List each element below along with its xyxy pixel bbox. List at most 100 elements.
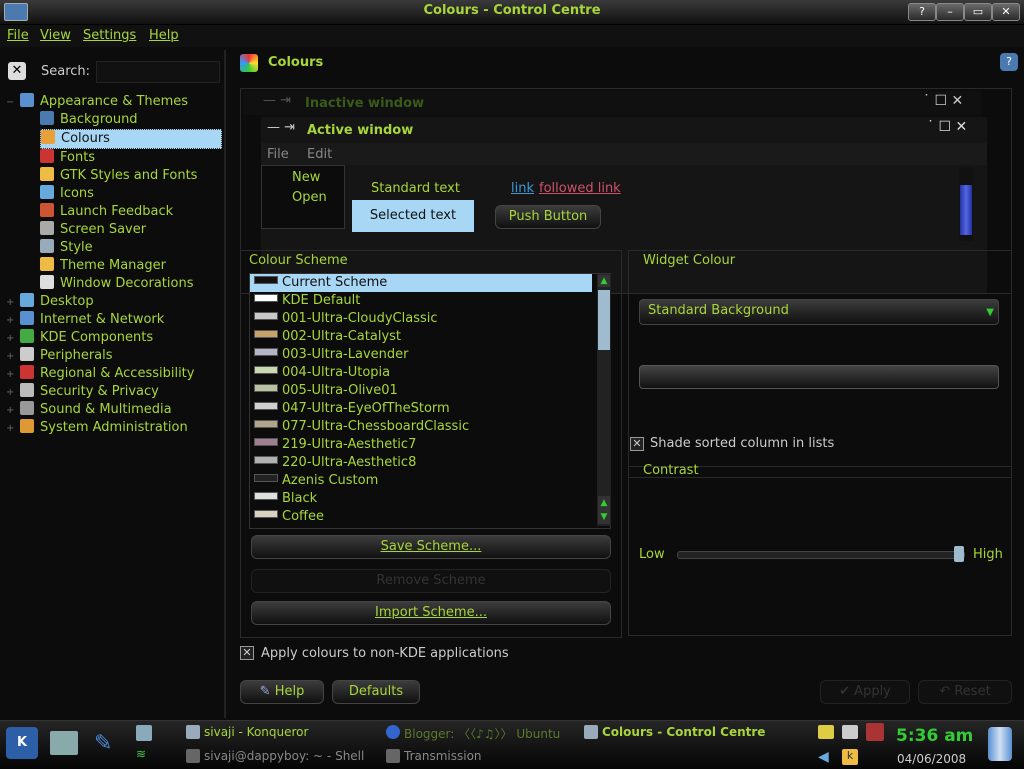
- minimize-button[interactable]: –: [936, 3, 964, 21]
- remove-scheme-button[interactable]: Remove Scheme: [251, 569, 611, 593]
- search-label: Search:: [41, 64, 91, 79]
- colour-scheme-item[interactable]: 002-Ultra-Catalyst: [250, 328, 610, 346]
- import-scheme-button[interactable]: Import Scheme...: [251, 601, 611, 625]
- task-konqueror[interactable]: sivaji - Konqueror: [204, 725, 308, 739]
- scheme-swatch: [254, 492, 278, 500]
- scheme-scrollbar-handle[interactable]: [598, 290, 610, 350]
- task-transmission[interactable]: Transmission: [404, 749, 482, 763]
- colour-scheme-item[interactable]: 001-Ultra-CloudyClassic: [250, 310, 610, 328]
- colour-scheme-item[interactable]: 220-Ultra-Aesthetic8: [250, 454, 610, 472]
- window-titlebar[interactable]: Colours - Control Centre ? – ▭ ✕: [0, 0, 1024, 25]
- menu-help[interactable]: Help: [149, 28, 179, 43]
- expand-icon[interactable]: +: [6, 312, 16, 330]
- scroll-down-icon[interactable]: ▲ ▼: [598, 496, 610, 524]
- scheme-list-scrollbar[interactable]: ▲ ▲ ▼: [597, 274, 611, 526]
- sidebar-item[interactable]: − Appearance & Themes: [6, 93, 222, 111]
- colour-scheme-item[interactable]: Black: [250, 490, 610, 508]
- close-button[interactable]: ✕: [992, 3, 1020, 21]
- expand-icon[interactable]: +: [6, 402, 16, 420]
- colour-scheme-item[interactable]: Azenis Custom: [250, 472, 610, 490]
- clock-date[interactable]: 04/06/2008: [897, 752, 966, 766]
- chevron-down-icon[interactable]: ▼: [986, 302, 994, 324]
- widget-colour-combo[interactable]: Standard Background ▼: [639, 299, 999, 325]
- clock-time[interactable]: 5:36 am: [896, 726, 973, 746]
- colour-scheme-item[interactable]: 047-Ultra-EyeOfTheStorm: [250, 400, 610, 418]
- menu-view[interactable]: View: [40, 28, 71, 43]
- maximize-button[interactable]: ▭: [964, 3, 992, 21]
- module-tree: − Appearance & Themes Background Colours Fon…: [6, 93, 222, 437]
- sidebar-item[interactable]: + Sound & Multimedia: [6, 401, 222, 419]
- save-scheme-button[interactable]: Save Scheme...: [251, 535, 611, 559]
- colour-scheme-item[interactable]: KDE Default: [250, 292, 610, 310]
- sidebar-item[interactable]: + Desktop: [6, 293, 222, 311]
- preview-menubar: File Edit: [261, 143, 987, 165]
- sidebar-item[interactable]: Icons: [6, 185, 222, 203]
- collapse-icon[interactable]: −: [6, 94, 16, 112]
- tray-ticket-icon[interactable]: [818, 725, 834, 739]
- colour-button[interactable]: [639, 365, 999, 389]
- sidebar-item[interactable]: Theme Manager: [6, 257, 222, 275]
- colour-scheme-item[interactable]: 077-Ultra-ChessboardClassic: [250, 418, 610, 436]
- expand-icon[interactable]: +: [6, 420, 16, 438]
- regional-icon: [20, 365, 34, 379]
- sidebar-item-label: Desktop: [40, 294, 94, 309]
- trash-icon[interactable]: [988, 727, 1012, 761]
- search-input[interactable]: [96, 61, 220, 83]
- sidebar-item[interactable]: + System Administration: [6, 419, 222, 437]
- tray-clip-icon[interactable]: [842, 725, 858, 739]
- sidebar-item[interactable]: Screen Saver: [6, 221, 222, 239]
- sidebar-item[interactable]: Style: [6, 239, 222, 257]
- sidebar-item[interactable]: + Security & Privacy: [6, 383, 222, 401]
- colour-scheme-list[interactable]: Current Scheme KDE Default 001-Ultra-Cloud…: [249, 273, 611, 529]
- inactive-window-menu-icon: — ⇥: [263, 93, 292, 108]
- apply-button[interactable]: ✔ Apply: [820, 680, 910, 704]
- expand-icon[interactable]: +: [6, 294, 16, 312]
- expand-icon[interactable]: +: [6, 384, 16, 402]
- scroll-up-icon[interactable]: ▲: [598, 275, 610, 287]
- tray-volume-icon[interactable]: ◀: [818, 749, 834, 765]
- colour-scheme-item[interactable]: Coffee: [250, 508, 610, 526]
- expand-icon[interactable]: +: [6, 366, 16, 384]
- colour-scheme-item[interactable]: 219-Ultra-Aesthetic7: [250, 436, 610, 454]
- clear-search-icon[interactable]: ✕: [8, 62, 26, 80]
- widget-colour-combo-value: Standard Background: [648, 303, 789, 318]
- contrast-slider-handle[interactable]: [954, 546, 964, 562]
- help-button[interactable]: ✎ Help: [240, 680, 324, 704]
- sidebar-item[interactable]: + Internet & Network: [6, 311, 222, 329]
- whats-this-icon[interactable]: ?: [1000, 53, 1018, 71]
- colour-scheme-item[interactable]: Current Scheme: [250, 274, 592, 292]
- sidebar-item[interactable]: Background: [6, 111, 222, 129]
- colour-scheme-item[interactable]: 005-Ultra-Olive01: [250, 382, 610, 400]
- sidebar-item[interactable]: + Regional & Accessibility: [6, 365, 222, 383]
- colour-scheme-item[interactable]: 003-Ultra-Lavender: [250, 346, 610, 364]
- sidebar-item-label: Background: [60, 112, 138, 127]
- colour-scheme-item[interactable]: 004-Ultra-Utopia: [250, 364, 610, 382]
- help-titlebar-button[interactable]: ?: [908, 3, 936, 21]
- shade-sorted-checkbox[interactable]: ✕: [630, 437, 644, 451]
- kde-menu-icon[interactable]: K: [6, 727, 38, 759]
- sidebar-item[interactable]: + Peripherals: [6, 347, 222, 365]
- contrast-slider[interactable]: [677, 546, 965, 562]
- paint-brush-icon[interactable]: ✎: [94, 731, 122, 756]
- sidebar-item[interactable]: Launch Feedback: [6, 203, 222, 221]
- menu-file[interactable]: File: [7, 28, 29, 43]
- task-shell[interactable]: sivaji@dappyboy: ~ - Shell: [204, 749, 364, 763]
- sidebar-item[interactable]: + KDE Components: [6, 329, 222, 347]
- apply-non-kde-checkbox[interactable]: ✕: [240, 646, 254, 660]
- desktop-preview-icon[interactable]: [50, 731, 78, 755]
- tray-kget-icon[interactable]: k: [842, 749, 858, 765]
- expand-icon[interactable]: +: [6, 348, 16, 366]
- sidebar-item[interactable]: GTK Styles and Fonts: [6, 167, 222, 185]
- defaults-button[interactable]: Defaults: [332, 680, 420, 704]
- expand-icon[interactable]: +: [6, 330, 16, 348]
- task-blogger[interactable]: Blogger: 〈〈♪♫〉〉 Ubuntu: [404, 725, 560, 742]
- task-control-centre[interactable]: Colours - Control Centre: [602, 725, 765, 739]
- sidebar-item[interactable]: Colours: [40, 129, 222, 149]
- network-icon[interactable]: [136, 725, 152, 741]
- menu-settings[interactable]: Settings: [83, 28, 136, 43]
- tray-joystick-icon[interactable]: [866, 723, 884, 741]
- sidebar-item[interactable]: Fonts: [6, 149, 222, 167]
- wireless-icon[interactable]: ≋: [136, 747, 152, 763]
- reset-button[interactable]: ↶ Reset: [918, 680, 1012, 704]
- sidebar-item[interactable]: Window Decorations: [6, 275, 222, 293]
